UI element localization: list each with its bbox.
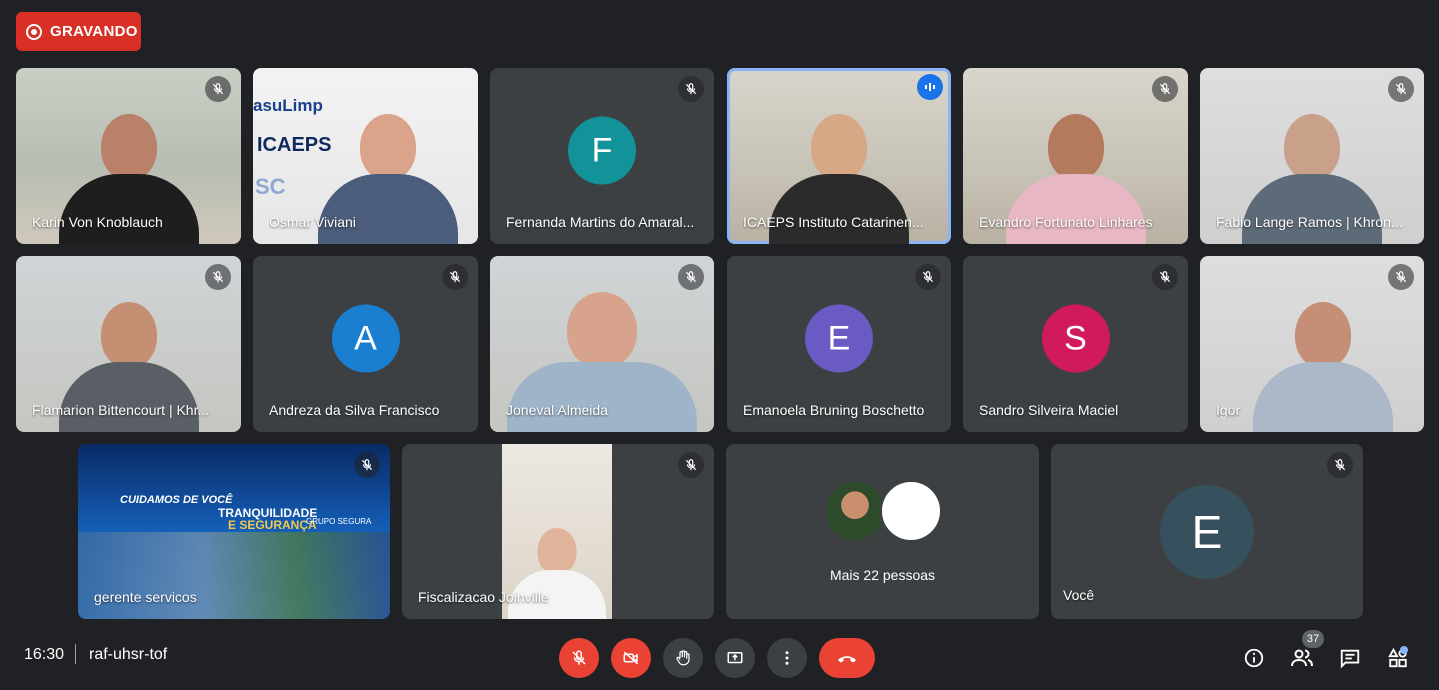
participant-name: Você [1063, 587, 1095, 603]
mic-off-icon [1327, 452, 1353, 478]
mic-off-icon [354, 452, 380, 478]
recording-badge[interactable]: GRAVANDO [16, 12, 141, 51]
present-screen-button[interactable] [715, 638, 755, 678]
mic-off-icon [678, 76, 704, 102]
mic-off-icon [1388, 264, 1414, 290]
participant-name: Sandro Silveira Maciel [979, 402, 1119, 418]
leave-call-button[interactable] [819, 638, 875, 678]
participant-tile[interactable]: E Emanoela Bruning Boschetto [727, 256, 951, 432]
participant-thumbnail [879, 480, 942, 542]
participant-name: Fiscalizacao Joinville [418, 589, 549, 605]
participant-tile[interactable]: Joneval Almeida [490, 256, 714, 432]
chat-button[interactable] [1336, 644, 1364, 672]
participant-name: Fabio Lange Ramos | Khron... [1216, 214, 1403, 230]
more-people-tile[interactable]: Mais 22 pessoas [726, 444, 1039, 619]
banner-text: E SEGURANÇA [228, 518, 317, 532]
meeting-controls-bar: 16:30 raf-uhsr-tof [0, 626, 1439, 690]
participant-tile[interactable]: A Andreza da Silva Francisco [253, 256, 478, 432]
participant-avatar: E [805, 304, 873, 373]
mic-off-icon [205, 264, 231, 290]
people-icon [1291, 649, 1313, 667]
raise-hand-button[interactable] [663, 638, 703, 678]
participant-avatar: S [1041, 304, 1110, 373]
mic-off-icon [1152, 264, 1178, 290]
background-logo-text: SC [255, 174, 286, 199]
participant-tile[interactable]: ICAEPS Instituto Catarinen... [727, 68, 951, 244]
banner-text: CUIDAMOS DE VOCÊ [120, 494, 233, 506]
people-button[interactable] [1288, 644, 1316, 672]
participant-avatar: E [1160, 484, 1254, 579]
meeting-code: raf-uhsr-tof [89, 646, 168, 663]
info-icon [1244, 648, 1264, 668]
divider [75, 644, 76, 664]
participant-name: Karin Von Knoblauch [32, 214, 163, 230]
present-icon [727, 652, 743, 664]
banner-brand: GRUPO SEGURA [306, 517, 372, 526]
participant-name: Evandro Fortunato Linhares [979, 214, 1153, 230]
participant-name: ICAEPS Instituto Catarinen... [743, 214, 924, 230]
participant-tile[interactable]: Evandro Fortunato Linhares [963, 68, 1188, 244]
participant-tile[interactable]: Karin Von Knoblauch [16, 68, 241, 244]
more-vert-icon [785, 651, 789, 665]
notification-dot [1400, 646, 1408, 654]
participant-name: Igor [1216, 402, 1241, 418]
recording-label: GRAVANDO [50, 23, 138, 40]
participant-tile[interactable]: Fabio Lange Ramos | Khron... [1200, 68, 1424, 244]
mic-off-icon [915, 264, 941, 290]
participant-name: Flamarion Bittencourt | Khr... [32, 402, 210, 418]
camera-toggle-button[interactable] [611, 638, 651, 678]
background-logo-text: asuLimp [253, 96, 323, 115]
record-icon [26, 23, 42, 40]
mic-off-icon [678, 264, 704, 290]
mic-off-icon [1388, 76, 1414, 102]
participant-avatar: A [331, 304, 400, 373]
hand-icon [676, 650, 690, 666]
participant-tile[interactable]: Igor [1200, 256, 1424, 432]
camera-off-icon [623, 651, 639, 665]
participant-tile[interactable]: Fiscalizacao Joinville [402, 444, 714, 619]
participant-name: Osmar Viviani [269, 214, 356, 230]
meeting-info-button[interactable] [1240, 644, 1268, 672]
participant-name: gerente servicos [94, 589, 197, 605]
participant-name: Emanoela Bruning Boschetto [743, 402, 925, 418]
self-tile[interactable]: E Você [1051, 444, 1363, 619]
mic-off-icon [205, 76, 231, 102]
more-people-label: Mais 22 pessoas [829, 567, 936, 583]
mic-off-icon [1152, 76, 1178, 102]
participant-name: Andreza da Silva Francisco [269, 402, 440, 418]
participant-tile[interactable]: CUIDAMOS DE VOCÊ TRANQUILIDADE E SEGURAN… [78, 444, 390, 619]
more-options-button[interactable] [767, 638, 807, 678]
participant-count-badge: 37 [1302, 630, 1324, 648]
mic-off-icon [678, 452, 704, 478]
hang-up-icon [838, 656, 856, 663]
participant-thumbnail [823, 480, 886, 542]
meeting-time: 16:30 [24, 646, 65, 663]
mic-off-icon [572, 650, 586, 665]
participant-tile[interactable]: S Sandro Silveira Maciel [963, 256, 1188, 432]
mic-off-icon [442, 264, 468, 290]
participant-avatar: F [568, 116, 636, 185]
participant-tile[interactable]: Flamarion Bittencourt | Khr... [16, 256, 241, 432]
chat-icon [1340, 649, 1360, 669]
speaking-indicator-icon [917, 74, 943, 100]
participant-tile[interactable]: asuLimp ICAEPS SC Osmar Viviani [253, 68, 478, 244]
participant-name: Joneval Almeida [506, 402, 608, 418]
participant-tile[interactable]: F Fernanda Martins do Amaral... [490, 68, 714, 244]
mic-toggle-button[interactable] [559, 638, 599, 678]
participant-name: Fernanda Martins do Amaral... [506, 214, 695, 230]
